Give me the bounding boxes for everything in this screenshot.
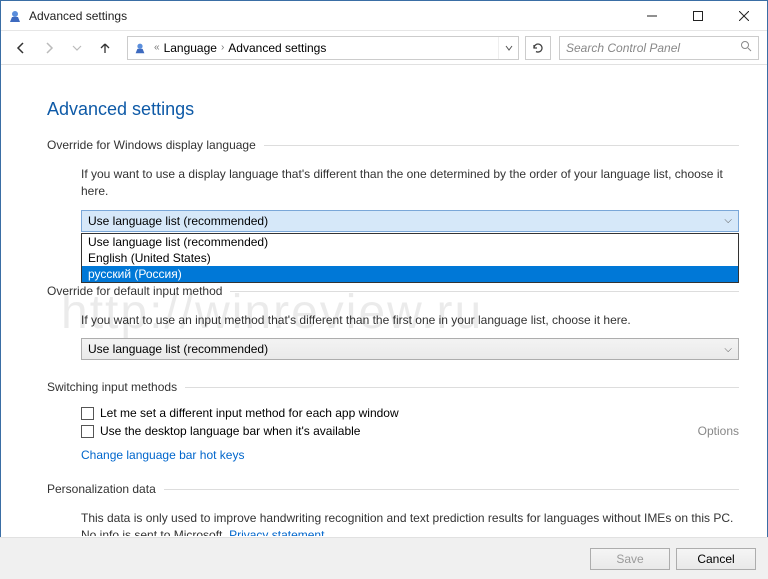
chevron-right-icon: ›	[221, 42, 224, 53]
maximize-button[interactable]	[675, 1, 721, 31]
up-button[interactable]	[93, 36, 117, 60]
control-panel-icon	[132, 40, 148, 56]
group-header-display-language: Override for Windows display language	[47, 138, 739, 152]
content-area: Advanced settings Override for Windows d…	[1, 65, 767, 536]
footer-bar: Save Cancel	[0, 537, 768, 579]
dropdown-option[interactable]: English (United States)	[82, 250, 738, 266]
minimize-button[interactable]	[629, 1, 675, 31]
window-title: Advanced settings	[29, 9, 629, 23]
cancel-button[interactable]: Cancel	[676, 548, 756, 570]
breadcrumb-item[interactable]: Advanced settings	[228, 41, 326, 55]
breadcrumb-item[interactable]: Language	[164, 41, 217, 55]
search-placeholder: Search Control Panel	[566, 41, 740, 55]
back-button[interactable]	[9, 36, 33, 60]
chevron-right-icon: «	[154, 42, 160, 53]
input-method-help: If you want to use an input method that'…	[81, 312, 739, 329]
chevron-down-icon: ⌵	[724, 344, 732, 355]
privacy-link[interactable]: Privacy statement	[229, 528, 324, 536]
checkbox-label: Use the desktop language bar when it's a…	[100, 424, 360, 438]
group-header-input-method: Override for default input method	[47, 284, 739, 298]
window-icon	[7, 8, 23, 24]
navigation-bar: « Language › Advanced settings Search Co…	[1, 31, 767, 65]
search-input[interactable]: Search Control Panel	[559, 36, 759, 60]
display-language-help: If you want to use a display language th…	[81, 166, 739, 200]
forward-button[interactable]	[37, 36, 61, 60]
search-icon	[740, 40, 752, 55]
combo-value: Use language list (recommended)	[88, 214, 268, 228]
dropdown-option[interactable]: русский (Россия)	[82, 266, 738, 282]
dropdown-option[interactable]: Use language list (recommended)	[82, 234, 738, 250]
checkbox-label: Let me set a different input method for …	[100, 406, 399, 420]
address-bar[interactable]: « Language › Advanced settings	[127, 36, 519, 60]
per-app-input-checkbox[interactable]	[81, 407, 94, 420]
options-link[interactable]: Options	[698, 424, 739, 438]
save-button[interactable]: Save	[590, 548, 670, 570]
input-method-combo[interactable]: Use language list (recommended) ⌵	[81, 338, 739, 360]
display-language-dropdown: Use language list (recommended) English …	[81, 233, 739, 283]
hotkeys-link[interactable]: Change language bar hot keys	[81, 448, 244, 462]
page-title: Advanced settings	[47, 99, 739, 120]
recent-locations-button[interactable]	[65, 36, 89, 60]
personalization-help: This data is only used to improve handwr…	[81, 510, 739, 536]
chevron-down-icon: ⌵	[724, 215, 732, 226]
group-header-personalization: Personalization data	[47, 482, 739, 496]
group-header-switching: Switching input methods	[47, 380, 739, 394]
close-button[interactable]	[721, 1, 767, 31]
combo-value: Use language list (recommended)	[88, 342, 268, 356]
address-dropdown-button[interactable]	[498, 37, 518, 59]
display-language-combo[interactable]: Use language list (recommended) ⌵ Use la…	[81, 210, 739, 232]
desktop-language-bar-checkbox[interactable]	[81, 425, 94, 438]
refresh-button[interactable]	[525, 36, 551, 60]
title-bar: Advanced settings	[1, 1, 767, 31]
